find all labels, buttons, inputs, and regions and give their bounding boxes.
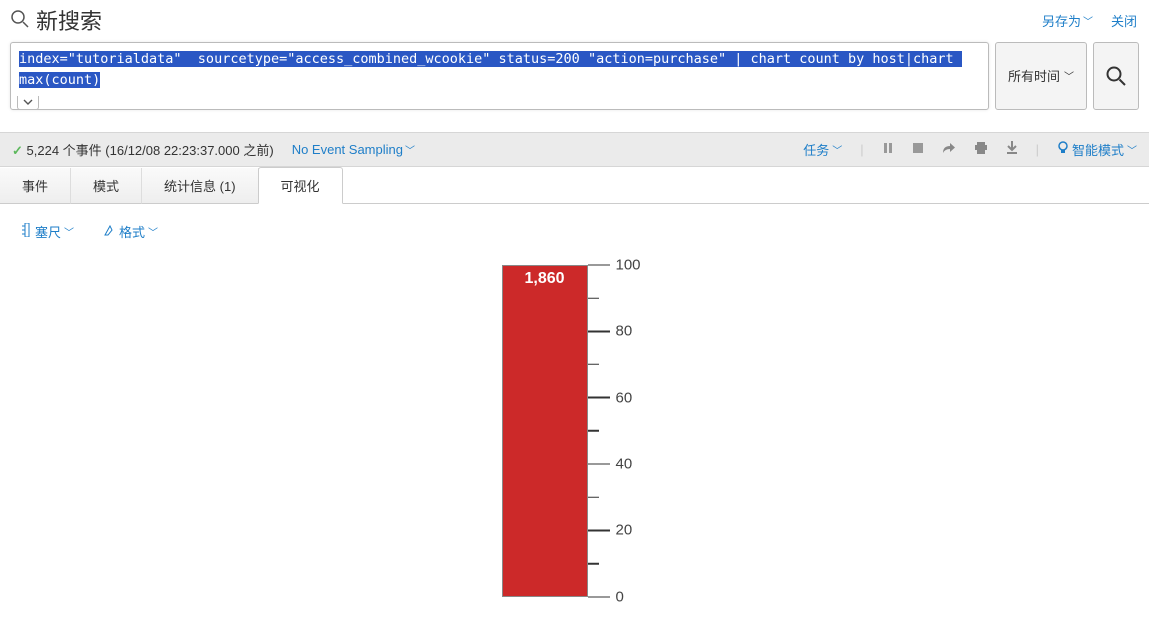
run-search-button[interactable] <box>1093 42 1139 110</box>
pause-icon <box>882 142 894 154</box>
major-tick: 100 <box>588 256 641 273</box>
stop-button[interactable] <box>912 142 924 157</box>
tick-label: 0 <box>616 588 624 605</box>
major-tick: 0 <box>588 588 624 605</box>
bulb-icon <box>1057 141 1069 158</box>
job-status: ✓ 5,224 个事件 (16/12/08 22:23:37.000 之前) <box>12 140 274 159</box>
tick-label: 100 <box>616 256 641 273</box>
pause-button[interactable] <box>882 142 894 157</box>
search-icon <box>1105 65 1127 87</box>
gauge-scale: 020406080100 <box>588 265 648 597</box>
time-label: 所有时间 <box>1008 66 1060 85</box>
tab-events[interactable]: 事件 <box>0 168 71 204</box>
format-icon <box>104 224 116 239</box>
tick-label: 60 <box>616 389 633 406</box>
save-as-link[interactable]: 另存为 ﹀ <box>1042 11 1093 30</box>
minor-tick <box>588 430 599 432</box>
tab-patterns[interactable]: 模式 <box>71 168 142 204</box>
chart-type-picker[interactable]: 塞尺 ﹀ <box>22 222 74 241</box>
check-icon: ✓ <box>12 143 23 158</box>
minor-tick <box>588 563 599 565</box>
job-menu[interactable]: 任务 ﹀ <box>803 140 842 159</box>
major-tick: 40 <box>588 456 633 473</box>
share-icon <box>942 142 956 154</box>
chevron-down-icon: ﹀ <box>148 224 158 239</box>
result-tabs: 事件 模式 统计信息 (1) 可视化 <box>0 167 1149 204</box>
job-menu-label: 任务 <box>803 140 829 159</box>
export-button[interactable] <box>1006 141 1018 157</box>
search-mode-label: 智能模式 <box>1072 140 1124 159</box>
search-query-text: index="tutorialdata" sourcetype="access_… <box>19 49 980 91</box>
chart-type-label: 塞尺 <box>35 222 61 241</box>
search-mode-dropdown[interactable]: 智能模式 ﹀ <box>1057 140 1137 159</box>
gauge-fill <box>503 266 587 596</box>
minor-tick <box>588 297 599 299</box>
tab-visualization[interactable]: 可视化 <box>258 167 343 204</box>
events-count-text: 5,224 个事件 (16/12/08 22:23:37.000 之前) <box>27 143 274 158</box>
print-button[interactable] <box>974 142 988 157</box>
search-input[interactable]: index="tutorialdata" sourcetype="access_… <box>10 42 989 110</box>
format-picker[interactable]: 格式 ﹀ <box>104 222 158 241</box>
gauge-icon <box>22 223 32 240</box>
chevron-down-icon: ﹀ <box>1064 68 1074 83</box>
time-range-picker[interactable]: 所有时间 ﹀ <box>995 42 1087 110</box>
sampling-label: No Event Sampling <box>292 142 403 157</box>
minor-tick <box>588 364 599 366</box>
share-button[interactable] <box>942 142 956 157</box>
minor-tick <box>588 497 599 499</box>
filler-gauge: 1,860 020406080100 <box>502 265 648 597</box>
stop-icon <box>912 142 924 154</box>
page-title: 新搜索 <box>36 4 102 36</box>
search-icon <box>10 9 30 32</box>
major-tick: 80 <box>588 323 633 340</box>
chevron-down-icon: ﹀ <box>832 142 842 157</box>
tick-label: 80 <box>616 323 633 340</box>
print-icon <box>974 142 988 154</box>
chevron-down-icon <box>23 99 33 105</box>
format-label: 格式 <box>119 222 145 241</box>
chevron-down-icon: ﹀ <box>1083 13 1093 28</box>
chevron-down-icon: ﹀ <box>64 224 74 239</box>
chevron-down-icon: ﹀ <box>1127 142 1137 157</box>
divider: | <box>860 142 863 157</box>
gauge-value-label: 1,860 <box>503 270 587 288</box>
divider: | <box>1036 142 1039 157</box>
gauge-bar: 1,860 <box>502 265 588 597</box>
close-link[interactable]: 关闭 <box>1111 11 1137 30</box>
download-icon <box>1006 141 1018 154</box>
tick-label: 20 <box>616 522 633 539</box>
tick-label: 40 <box>616 456 633 473</box>
major-tick: 60 <box>588 389 633 406</box>
major-tick: 20 <box>588 522 633 539</box>
event-sampling-dropdown[interactable]: No Event Sampling ﹀ <box>292 142 415 157</box>
save-as-label: 另存为 <box>1042 11 1081 30</box>
tab-statistics[interactable]: 统计信息 (1) <box>142 168 259 204</box>
chevron-down-icon: ﹀ <box>405 142 415 157</box>
expand-query-button[interactable] <box>17 96 39 110</box>
